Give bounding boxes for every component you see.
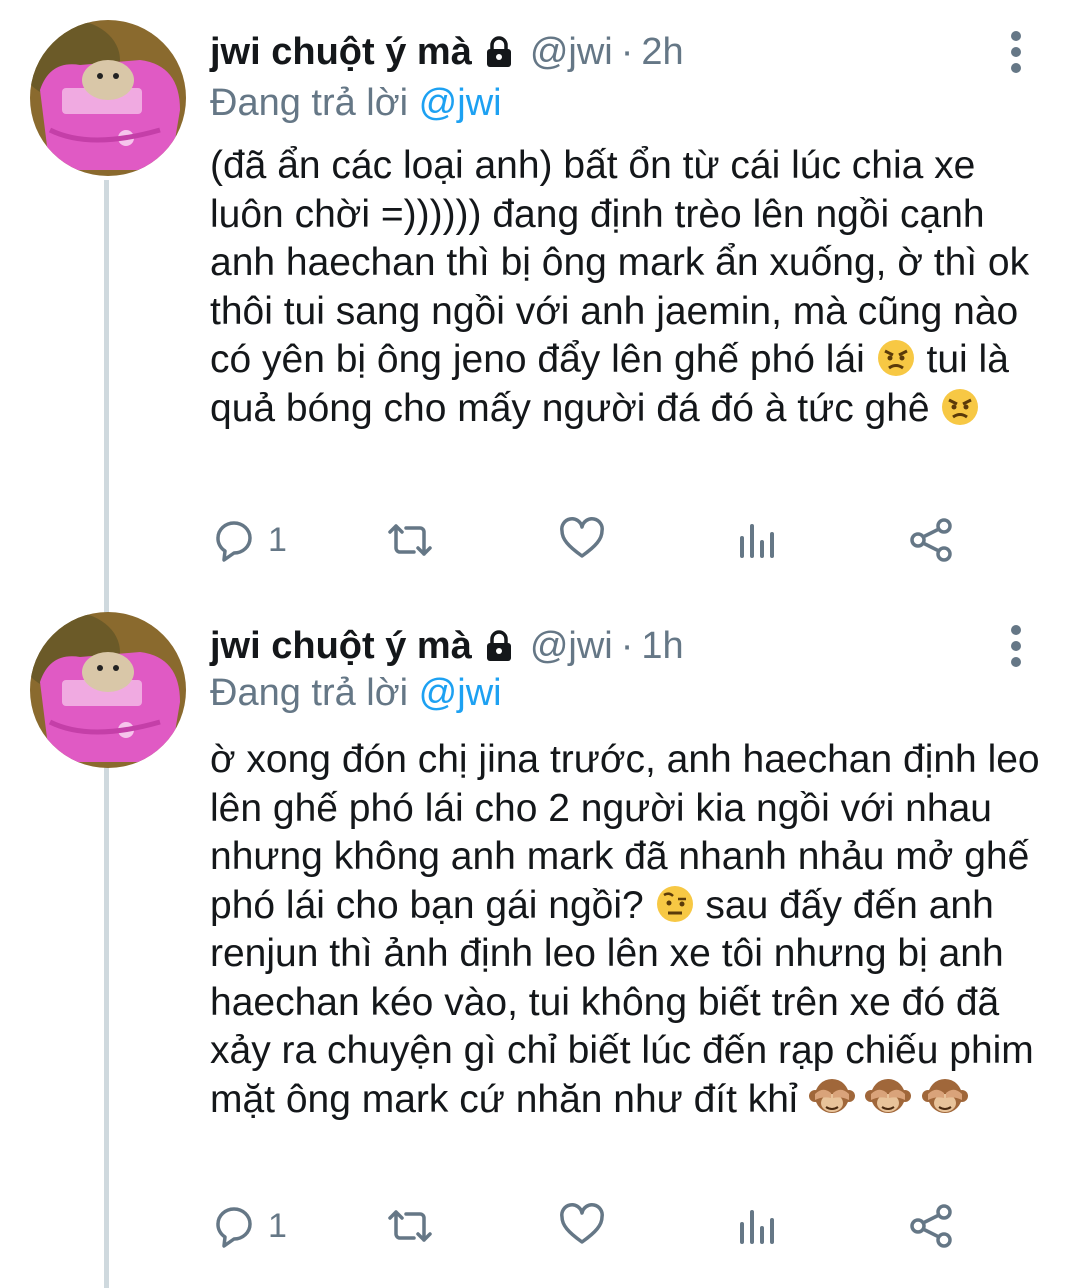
share-icon[interactable] <box>908 1202 956 1250</box>
tweet[interactable]: jwi chuột ý mà @jwi · 2h Đang trả lời @j… <box>0 0 1080 600</box>
tweet-actions: 1 <box>210 512 1030 568</box>
share-icon[interactable] <box>908 516 956 564</box>
replying-to: Đang trả lời @jwi <box>210 82 502 125</box>
reply-button[interactable]: 1 <box>210 512 287 568</box>
tweet-actions: 1 <box>210 1198 1030 1254</box>
display-name[interactable]: jwi chuột ý mà <box>210 31 472 74</box>
more-options-icon[interactable] <box>996 622 1036 672</box>
lock-icon <box>482 35 516 69</box>
separator-dot: · <box>620 624 634 667</box>
like-icon[interactable] <box>558 1202 606 1250</box>
share-button[interactable] <box>908 512 956 568</box>
like-button[interactable] <box>558 1198 606 1254</box>
more-options-icon[interactable] <box>996 28 1036 78</box>
analytics-icon[interactable] <box>734 1202 782 1250</box>
avatar[interactable] <box>30 20 186 176</box>
replying-prefix: Đang trả lời <box>210 82 409 124</box>
share-button[interactable] <box>908 1198 956 1254</box>
angry-face-emoji <box>940 387 980 427</box>
tweet-text: ờ xong đón chị jina trước, anh haechan đ… <box>210 736 1050 1124</box>
see-no-evil-monkey-emoji <box>922 1076 969 1118</box>
tweet-header: jwi chuột ý mà @jwi · 1h <box>210 616 684 676</box>
analytics-button[interactable] <box>734 1198 782 1254</box>
reply-button[interactable]: 1 <box>210 1198 287 1254</box>
timestamp[interactable]: 1h <box>641 625 683 668</box>
face-with-raised-eyebrow-emoji <box>655 884 695 924</box>
retweet-icon[interactable] <box>382 1202 438 1250</box>
separator-dot: · <box>620 30 634 73</box>
avatar[interactable] <box>30 612 186 768</box>
reply-count: 1 <box>268 1206 287 1245</box>
username[interactable]: @jwi <box>530 625 613 668</box>
like-button[interactable] <box>558 512 606 568</box>
reply-count: 1 <box>268 520 287 559</box>
display-name[interactable]: jwi chuột ý mà <box>210 625 472 668</box>
angry-face-emoji <box>876 338 916 378</box>
like-icon[interactable] <box>558 516 606 564</box>
lock-icon <box>482 629 516 663</box>
replying-to: Đang trả lời @jwi <box>210 672 502 715</box>
retweet-button[interactable] <box>382 512 438 568</box>
analytics-button[interactable] <box>734 512 782 568</box>
reply-icon[interactable] <box>210 516 258 564</box>
retweet-icon[interactable] <box>382 516 438 564</box>
replying-prefix: Đang trả lời <box>210 672 409 714</box>
mention-link[interactable]: @jwi <box>419 672 502 714</box>
tweet-text: (đã ẩn các loại anh) bất ổn từ cái lúc c… <box>210 142 1050 433</box>
see-no-evil-monkey-emoji <box>808 1076 855 1118</box>
timestamp[interactable]: 2h <box>641 31 683 74</box>
username[interactable]: @jwi <box>530 31 613 74</box>
reply-icon[interactable] <box>210 1202 258 1250</box>
retweet-button[interactable] <box>382 1198 438 1254</box>
tweet[interactable]: jwi chuột ý mà @jwi · 1h Đang trả lời @j… <box>0 600 1080 1288</box>
mention-link[interactable]: @jwi <box>419 82 502 124</box>
tweet-header: jwi chuột ý mà @jwi · 2h <box>210 22 684 82</box>
see-no-evil-monkey-emoji <box>865 1076 912 1118</box>
analytics-icon[interactable] <box>734 516 782 564</box>
